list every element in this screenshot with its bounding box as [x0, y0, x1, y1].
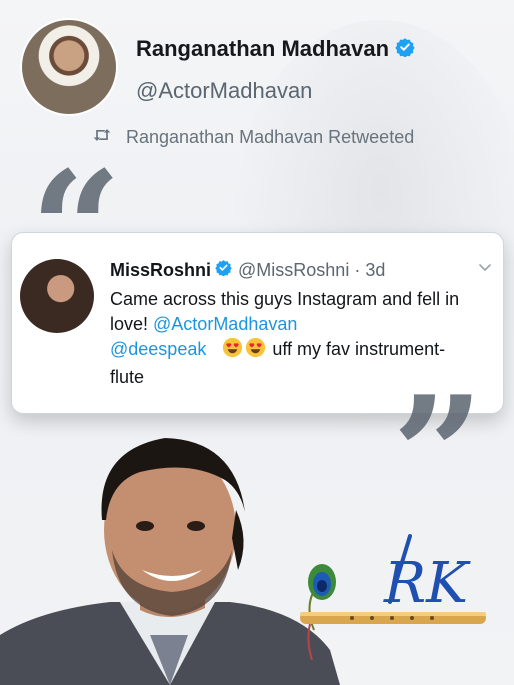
- tweet-author-avatar[interactable]: [20, 259, 94, 333]
- tweet-author-name[interactable]: MissRoshni: [110, 260, 211, 281]
- tweet-author-handle[interactable]: @MissRoshni: [238, 260, 349, 281]
- retweet-label: Ranganathan Madhavan Retweeted: [126, 127, 415, 147]
- retweeter-name-row: Ranganathan Madhavan: [136, 36, 415, 62]
- retweeter-name[interactable]: Ranganathan Madhavan: [136, 36, 389, 62]
- flute-icon: [300, 612, 486, 661]
- verified-badge-icon: [395, 37, 415, 62]
- chevron-down-icon[interactable]: [477, 259, 493, 280]
- tweet-timestamp[interactable]: 3d: [365, 260, 385, 281]
- time-separator: ·: [354, 259, 361, 280]
- heart-eyes-emoji-icon: [222, 337, 243, 365]
- mention-link[interactable]: @deespeak: [110, 339, 206, 359]
- heart-eyes-emoji-icon: [245, 337, 266, 365]
- retweeter-handle[interactable]: @ActorMadhavan: [136, 78, 312, 104]
- portrait-photo: [0, 420, 340, 685]
- close-quote-mark: ”: [392, 361, 485, 549]
- rk-logo: RK: [292, 520, 492, 670]
- verified-badge-icon: [215, 259, 232, 281]
- retweet-indicator: Ranganathan Madhavan Retweeted: [92, 127, 414, 148]
- retweeter-avatar[interactable]: [22, 20, 116, 114]
- tweet-header: MissRoshni @MissRoshni · 3d: [110, 259, 385, 281]
- mention-link[interactable]: @ActorMadhavan: [153, 314, 297, 334]
